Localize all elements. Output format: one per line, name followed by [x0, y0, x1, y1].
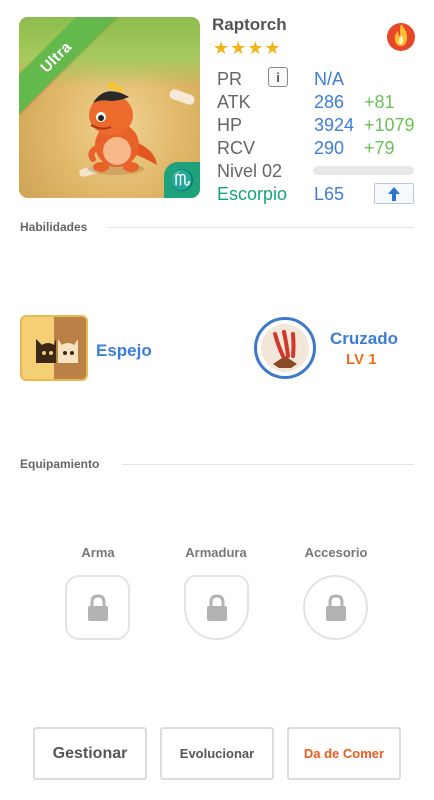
pr-label: PR [217, 69, 243, 89]
zodiac-name: Escorpio [217, 184, 288, 204]
evolve-button[interactable]: Evolucionar [160, 727, 274, 780]
bone-decoration [168, 87, 196, 107]
slot-label-weapon: Arma [81, 545, 115, 560]
hp-value: 3924 [314, 115, 355, 135]
star-rating: ★★★★ [213, 38, 282, 58]
level-up-button[interactable] [374, 183, 414, 204]
level-label: Nivel 02 [217, 161, 283, 181]
accessory-slot[interactable] [303, 575, 368, 640]
scorpio-icon: ♏ [169, 169, 195, 192]
equipment-divider [122, 464, 414, 465]
monster-name: Raptorch [212, 15, 287, 34]
slot-label-armor: Armadura [185, 545, 247, 560]
zodiac-badge: ♏ [164, 162, 200, 198]
atk-label: ATK [217, 92, 251, 112]
hp-bonus: +1079 [364, 115, 415, 135]
abilities-divider [108, 227, 414, 228]
arrow-up-icon [388, 186, 400, 201]
weapon-slot[interactable] [65, 575, 130, 640]
atk-value: 286 [314, 92, 345, 112]
abilities-heading: Habilidades [20, 220, 88, 234]
armor-slot[interactable] [184, 575, 249, 640]
rcv-label: RCV [217, 138, 256, 158]
pr-info-button[interactable]: i [268, 67, 288, 87]
raptorch-illustration [88, 81, 157, 175]
lock-icon [206, 593, 227, 621]
pr-value: N/A [314, 69, 345, 89]
equipment-heading: Equipamiento [20, 457, 100, 471]
fire-icon [387, 23, 415, 51]
rcv-bonus: +79 [364, 138, 395, 158]
ability-level: LV 1 [346, 351, 377, 368]
slot-label-accessory: Accesorio [304, 545, 368, 560]
atk-bonus: +81 [364, 92, 395, 112]
lock-icon [87, 593, 108, 621]
ability-name-cruzado[interactable]: Cruzado [330, 329, 398, 349]
manage-button[interactable]: Gestionar [33, 727, 147, 780]
claw-graphic [273, 330, 297, 368]
lock-icon [325, 593, 346, 621]
hp-label: HP [217, 115, 243, 135]
mirror-cat-icon[interactable] [20, 315, 88, 381]
ability-name-espejo[interactable]: Espejo [96, 341, 152, 361]
level-cap: L65 [314, 184, 345, 204]
level-progress-bar [313, 166, 414, 175]
cat-faces-graphic [36, 339, 78, 363]
feed-button[interactable]: Da de Comer [287, 727, 401, 780]
rcv-value: 290 [314, 138, 345, 158]
monster-portrait[interactable]: Ultra ♏ [19, 17, 200, 198]
claw-slash-icon[interactable] [254, 317, 316, 379]
